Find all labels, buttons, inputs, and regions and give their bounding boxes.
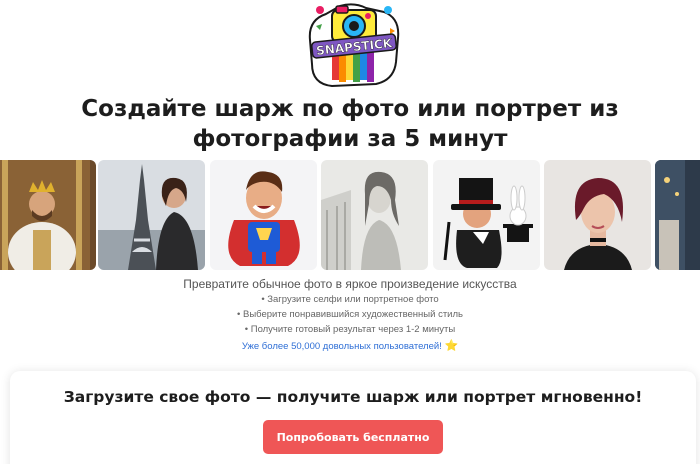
woman-image-icon: [544, 160, 651, 270]
gallery-item-superhero[interactable]: [210, 160, 317, 270]
feature-item: Загрузите селфи или портретное фото: [0, 292, 700, 307]
gallery-item-partial[interactable]: [655, 160, 700, 270]
magician-image-icon: [433, 160, 540, 270]
feature-list: Превратите обычное фото в яркое произвед…: [0, 276, 700, 355]
cta-card: Загрузите свое фото — получите шарж или …: [10, 371, 696, 464]
example-gallery[interactable]: [0, 160, 700, 270]
cta-title: Загрузите свое фото — получите шарж или …: [63, 388, 643, 406]
camera-sticker-icon: SNAPSTICK: [308, 3, 400, 88]
gallery-item-magician[interactable]: [433, 160, 540, 270]
tagline: Превратите обычное фото в яркое произвед…: [183, 277, 517, 291]
feature-item: Получите готовый результат через 1-2 мин…: [0, 322, 700, 337]
users-count: Уже более 50,000 довольных пользователей…: [0, 338, 700, 355]
paris-image-icon: [98, 160, 205, 270]
king-image-icon: [0, 160, 96, 270]
gallery-item-woman[interactable]: [544, 160, 651, 270]
star-icon: ⭐: [444, 340, 459, 352]
try-free-button[interactable]: Попробовать бесплатно: [263, 420, 443, 454]
users-count-text: Уже более 50,000 довольных пользователей…: [241, 341, 442, 352]
feature-item: Выберите понравившийся художественный ст…: [0, 307, 700, 322]
sketch-image-icon: [321, 160, 428, 270]
gallery-item-king[interactable]: [0, 160, 96, 270]
page-title: Создайте шарж по фото или портрет из фот…: [81, 96, 619, 152]
gallery-item-paris[interactable]: [98, 160, 205, 270]
superhero-image-icon: [210, 160, 317, 270]
snapstick-logo[interactable]: SNAPSTICK: [302, 0, 406, 92]
partial-image-icon: [655, 160, 700, 270]
gallery-item-sketch[interactable]: [321, 160, 428, 270]
